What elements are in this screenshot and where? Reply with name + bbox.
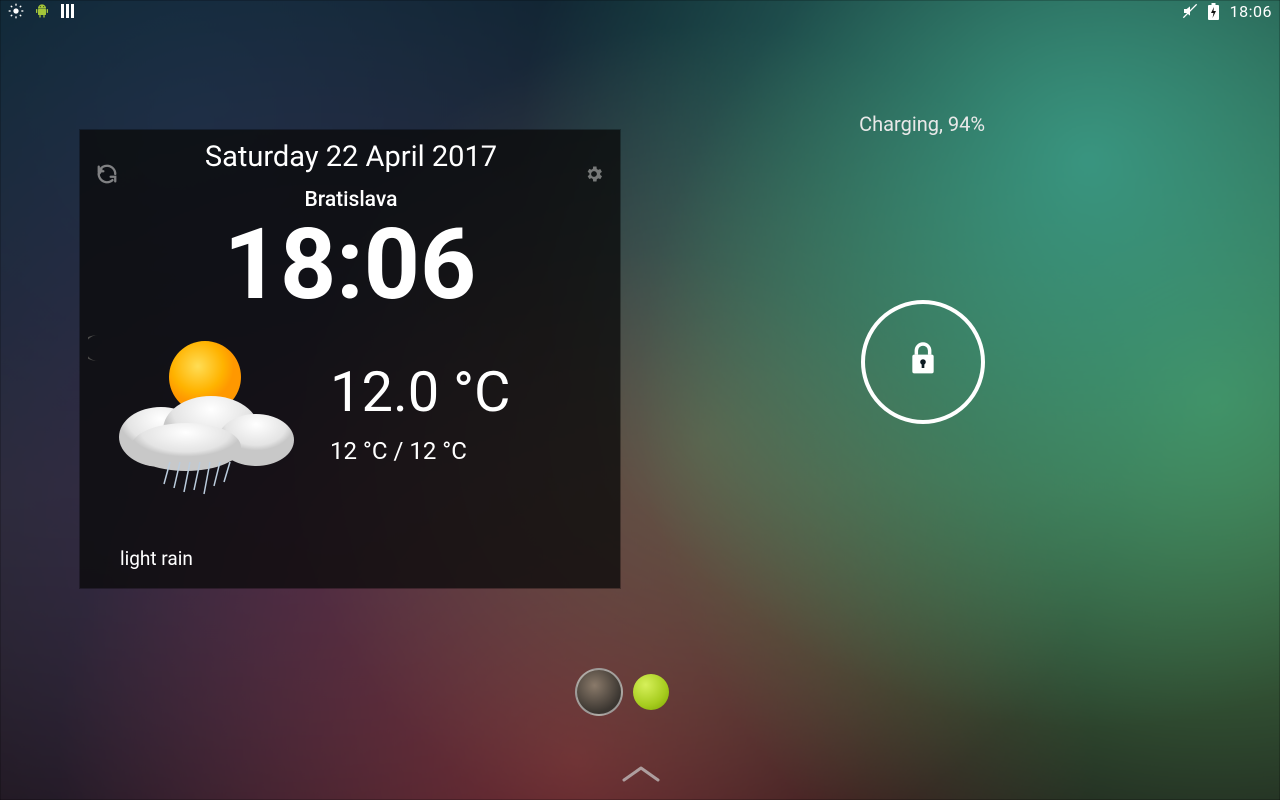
- widget-temperature: 12.0 °C: [330, 359, 510, 425]
- battery-charging-icon: [1206, 3, 1222, 19]
- widget-min-max: 12 °C / 12 °C: [330, 437, 510, 465]
- widget-date: Saturday 22 April 2017: [205, 140, 497, 174]
- charging-status: Charging, 94%: [859, 112, 985, 136]
- user-avatar-2[interactable]: [633, 674, 669, 710]
- brightness-icon: [8, 3, 24, 19]
- android-icon: [34, 3, 50, 19]
- user-switcher: [575, 668, 669, 716]
- status-clock: 18:06: [1230, 2, 1272, 21]
- widget-condition-label: light rain: [120, 547, 193, 570]
- status-bar: 18:06: [0, 0, 1280, 22]
- swipe-up-handle[interactable]: [620, 764, 662, 790]
- lock-button[interactable]: [861, 300, 985, 424]
- weather-clock-widget[interactable]: Saturday 22 April 2017 Bratislava 18:06: [80, 130, 620, 588]
- user-avatar-1[interactable]: [575, 668, 623, 716]
- weather-condition-icon: [100, 322, 300, 502]
- refresh-icon[interactable]: [96, 163, 118, 189]
- gear-icon[interactable]: [584, 164, 604, 188]
- mute-icon: [1182, 3, 1198, 19]
- bars-icon: [60, 3, 76, 19]
- widget-time: 18:06: [80, 216, 620, 314]
- lock-icon: [907, 340, 939, 384]
